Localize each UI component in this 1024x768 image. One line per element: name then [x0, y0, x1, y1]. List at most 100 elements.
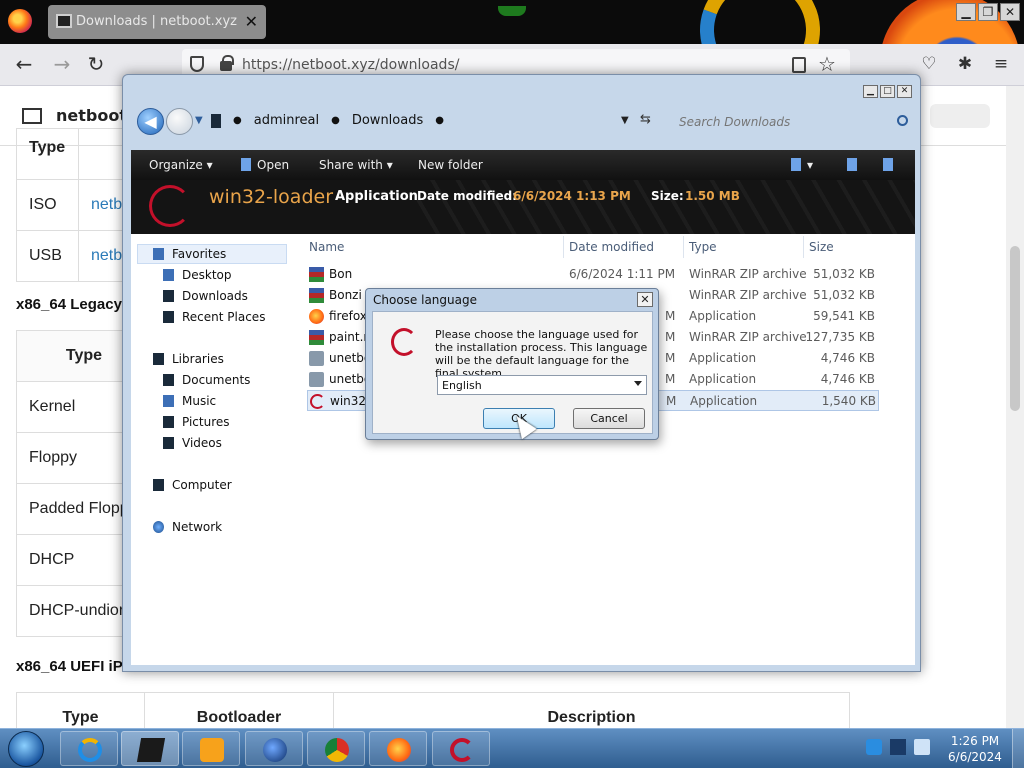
file-size: 59,541 KB [813, 309, 875, 323]
nav-item-network[interactable]: Network [153, 520, 222, 534]
back-arrow-icon[interactable]: ← [12, 53, 36, 77]
start-button[interactable] [8, 731, 44, 767]
language-select-value: English [442, 379, 482, 392]
system-tray [866, 739, 930, 755]
extensions-icon[interactable]: ✱ [954, 54, 976, 76]
taskbar-app-ie[interactable] [60, 731, 118, 766]
libraries-icon [153, 353, 164, 365]
explorer-minimize-button[interactable]: ▁ [863, 85, 878, 98]
taskbar-app-debian-installer[interactable] [432, 731, 490, 766]
column-header-name[interactable]: Name [309, 240, 344, 254]
dialog-close-button[interactable]: ✕ [637, 292, 653, 307]
nav-item-videos[interactable]: Videos [163, 436, 222, 450]
explorer-maximize-button[interactable]: □ [880, 85, 895, 98]
open-button[interactable]: Open [241, 158, 289, 172]
close-button[interactable]: ✕ [1000, 3, 1020, 21]
taskbar: 1:26 PM 6/6/2024 [0, 728, 1024, 768]
app-icon [309, 351, 324, 366]
taskbar-app-globe[interactable] [245, 731, 303, 766]
choose-language-dialog: Choose language ✕ Please choose the lang… [365, 288, 659, 440]
nav-item-recent-places[interactable]: Recent Places [163, 310, 265, 324]
nav-item-libraries[interactable]: Libraries [153, 352, 224, 366]
taskbar-app-chrome[interactable] [307, 731, 365, 766]
breadcrumb-separator-icon[interactable]: ● [233, 115, 242, 126]
column-header-type[interactable]: Type [689, 240, 717, 254]
preview-pane-icon[interactable] [847, 158, 863, 172]
share-with-label: Share with [319, 158, 383, 172]
taskbar-app-explorer[interactable] [121, 731, 179, 766]
history-dropdown-icon[interactable]: ▼ [195, 115, 203, 126]
reload-icon[interactable]: ↻ [84, 53, 108, 77]
lock-icon[interactable] [220, 55, 234, 71]
column-header-size[interactable]: Size [809, 240, 834, 254]
firefox-icon [387, 738, 411, 762]
firefox-icon [309, 309, 324, 324]
nav-item-desktop[interactable]: Desktop [163, 268, 232, 282]
forward-button[interactable] [166, 108, 193, 135]
refresh-icon[interactable]: ⇆ [640, 112, 651, 127]
browser-tab-bar: Downloads | netboot.xyz ✕ ▁ ❐ ✕ [0, 0, 1024, 44]
search-input[interactable] [667, 111, 912, 133]
search-shortcut-badge[interactable] [930, 104, 990, 128]
reader-view-icon[interactable] [792, 57, 806, 73]
tab-close-icon[interactable]: ✕ [245, 12, 258, 31]
search-box[interactable] [667, 111, 912, 133]
volume-icon[interactable] [914, 739, 930, 755]
maximize-button[interactable]: ❐ [978, 3, 998, 21]
nav-item-pictures[interactable]: Pictures [163, 415, 230, 429]
chrome-icon [325, 738, 349, 762]
breadcrumb-item-downloads[interactable]: Downloads [352, 113, 423, 128]
nav-item-documents[interactable]: Documents [163, 373, 250, 387]
back-button[interactable]: ◀ [137, 108, 164, 135]
clock[interactable]: 1:26 PM 6/6/2024 [940, 733, 1010, 765]
pocket-icon[interactable]: ♡ [918, 54, 940, 76]
page-scrollbar[interactable] [1006, 86, 1024, 728]
organize-button[interactable]: Organize ▾ [149, 158, 213, 172]
date-modified-label: Date modified: [417, 189, 517, 203]
network-tray-icon[interactable] [890, 739, 906, 755]
nav-item-favorites[interactable]: Favorites [153, 247, 226, 261]
chevron-down-icon[interactable] [634, 381, 642, 386]
breadcrumb-separator-icon[interactable]: ● [331, 115, 340, 126]
breadcrumb-separator-icon[interactable]: ● [435, 115, 444, 126]
column-header-date[interactable]: Date modified [569, 240, 654, 254]
file-size: 51,032 KB [813, 288, 875, 302]
site-logo-icon[interactable] [22, 108, 42, 124]
share-with-button[interactable]: Share with ▾ [319, 158, 393, 172]
table-header-description: Description [333, 692, 850, 728]
file-size: 4,746 KB [820, 351, 875, 365]
show-desktop-button[interactable] [1012, 729, 1024, 768]
menu-icon[interactable]: ≡ [990, 54, 1012, 76]
nav-label: Music [182, 394, 217, 408]
tray-ie-icon[interactable] [866, 739, 882, 755]
taskbar-app-media-player[interactable] [182, 731, 240, 766]
new-folder-button[interactable]: New folder [418, 158, 483, 172]
address-dropdown-icon[interactable]: ▼ [621, 115, 629, 126]
language-select[interactable]: English [437, 375, 647, 395]
search-icon[interactable] [897, 115, 908, 126]
forward-arrow-icon[interactable]: → [50, 53, 74, 77]
taskbar-app-firefox[interactable] [369, 731, 427, 766]
help-icon[interactable] [883, 158, 899, 172]
nav-item-music[interactable]: Music [163, 394, 216, 408]
cancel-button[interactable]: Cancel [573, 408, 645, 429]
column-separator [563, 236, 564, 258]
scrollbar-thumb[interactable] [1010, 246, 1020, 411]
file-row[interactable]: Bon 6/6/2024 1:11 PM WinRAR ZIP archive … [307, 264, 879, 285]
minimize-button[interactable]: ▁ [956, 3, 976, 21]
url-text[interactable]: https://netboot.xyz/downloads/ [242, 57, 459, 73]
media-player-icon [200, 738, 224, 762]
table-header-type: Type [16, 692, 145, 728]
breadcrumb-item-adminreal[interactable]: adminreal [254, 113, 319, 128]
browser-tab[interactable]: Downloads | netboot.xyz ✕ [48, 5, 266, 39]
nav-item-downloads[interactable]: Downloads [163, 289, 248, 303]
bookmark-star-icon[interactable]: ☆ [818, 52, 836, 76]
view-options-icon[interactable]: ▾ [791, 158, 813, 172]
file-size: 51,032 KB [813, 267, 875, 281]
shield-icon[interactable] [190, 56, 204, 72]
file-date: M [665, 309, 676, 323]
nav-item-computer[interactable]: Computer [153, 478, 232, 492]
downloads-table-1: Type ISO netb USB netb [16, 128, 139, 282]
explorer-close-button[interactable]: ✕ [897, 85, 912, 98]
firefox-logo-icon[interactable] [8, 9, 32, 33]
